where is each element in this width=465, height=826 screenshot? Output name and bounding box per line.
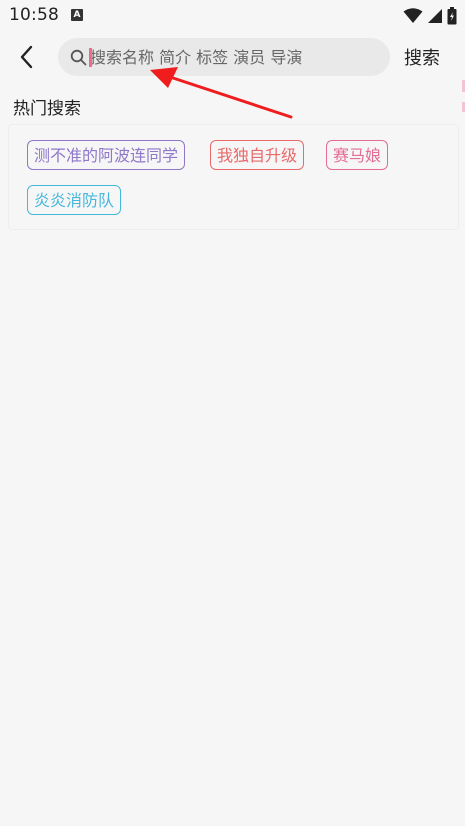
search-box[interactable] [58, 38, 390, 76]
search-icon [70, 49, 87, 66]
hot-search-title: 热门搜索 [13, 99, 81, 119]
hot-tag[interactable]: 炎炎消防队 [27, 185, 122, 215]
hot-tag[interactable]: 赛马娘 [326, 140, 389, 170]
search-input[interactable] [90, 38, 380, 76]
hot-tag[interactable]: 我独自升级 [210, 140, 305, 170]
battery-icon [447, 7, 457, 25]
status-time: 10:58 [9, 5, 59, 25]
status-icons [403, 6, 457, 26]
wifi-icon [403, 8, 423, 23]
cell-signal-icon [428, 9, 442, 23]
text-cursor [89, 48, 92, 67]
chevron-left-icon [20, 45, 33, 69]
status-bar: 10:58 A [0, 0, 465, 32]
notification-icon: A [71, 9, 83, 21]
hot-tag[interactable]: 测不准的阿波连同学 [27, 140, 186, 170]
search-button[interactable]: 搜索 [404, 44, 440, 70]
edge-marks [461, 60, 465, 120]
hot-search-tags: 测不准的阿波连同学 我独自升级 赛马娘 炎炎消防队 [8, 124, 459, 230]
search-header: 搜索 [0, 36, 465, 78]
back-button[interactable] [12, 42, 42, 72]
